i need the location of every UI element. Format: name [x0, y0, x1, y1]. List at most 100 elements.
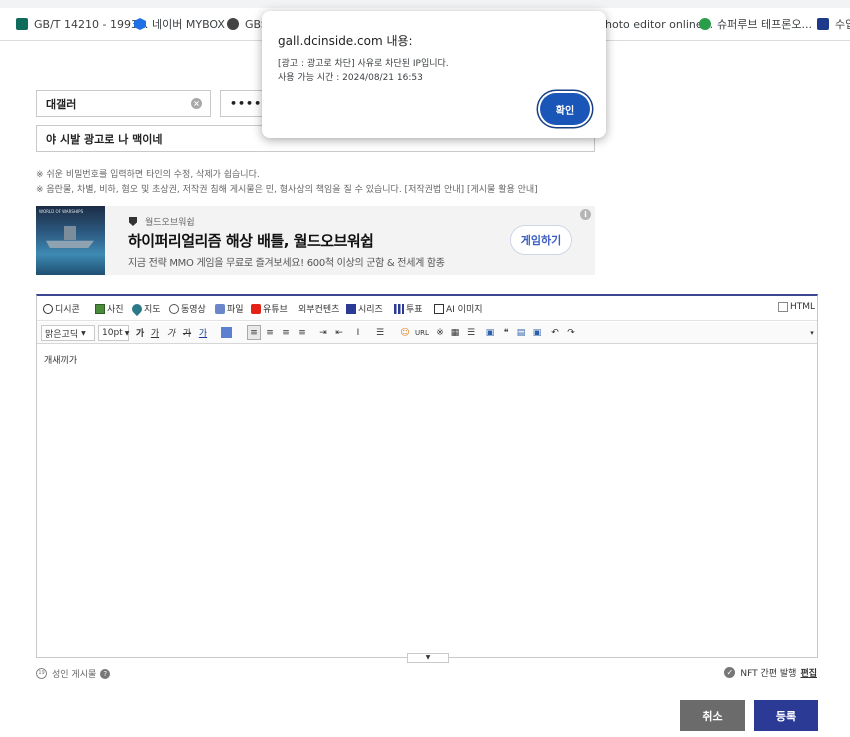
editor-content-area[interactable]: 개새끼가	[37, 344, 817, 650]
bookmark-import[interactable]: 수입	[817, 16, 850, 32]
redo-icon[interactable]: ↷	[564, 325, 578, 340]
url-label: URL	[415, 328, 429, 337]
bookmark-photo-editor[interactable]: hoto editor online...	[605, 16, 713, 32]
bookmark-label: 슈퍼루브 테프론오...	[717, 18, 812, 31]
toolbar-label: 외부컨텐츠	[298, 305, 340, 315]
adult-post-option[interactable]: 19 성인 게시물 ?	[36, 667, 111, 680]
toolbar-label: 지도	[144, 305, 161, 315]
hr-icon[interactable]: ☰	[464, 325, 478, 340]
font-select[interactable]: 맑은고딕 ▼	[41, 325, 95, 341]
dialog-message: [광고 : 광고로 차단] 사유로 차단된 IP입니다.	[278, 59, 449, 69]
toolbar-label: 파일	[227, 305, 244, 315]
map-pin-icon	[129, 301, 145, 316]
bookmark-label: 수입	[835, 18, 850, 31]
smile-icon	[43, 303, 53, 314]
editor-format-toolbar: 맑은고딕 ▼ 10pt ▼ 가 가 가 가 가 ≡ ≡ ≡ ≡ ⇥ ⇤ Ⅰ ☰ ☺ …	[37, 322, 817, 344]
spellcheck-icon[interactable]: ▣	[483, 325, 497, 340]
toolbar-ai-image[interactable]: AI 이미지	[434, 302, 483, 315]
play-game-button[interactable]: 게임하기	[510, 225, 572, 255]
quote-icon[interactable]: ❝	[499, 325, 513, 340]
font-size-value: 10pt	[102, 328, 123, 338]
align-right-icon[interactable]: ≡	[279, 325, 293, 340]
underline-button[interactable]: 가	[148, 325, 162, 340]
italic-button[interactable]: 가	[164, 325, 178, 340]
cube-icon	[134, 18, 146, 30]
toolbar-dccon[interactable]: 디시콘	[43, 302, 80, 315]
special-char-icon[interactable]: ※	[433, 325, 447, 340]
ad-title: 하이퍼리얼리즘 해상 배틀, 월드오브워쉽	[128, 232, 374, 250]
bookmark-label: hoto editor online...	[605, 17, 714, 31]
bold-label: 가	[135, 329, 145, 339]
bookmark-superlube[interactable]: 슈퍼루브 테프론오...	[699, 16, 812, 32]
nickname-value: 대갤러	[46, 97, 77, 111]
dialog-available-time: 사용 가능 시간 : 2024/08/21 16:53	[278, 73, 423, 83]
grid-icon	[346, 303, 356, 314]
emoji-icon[interactable]: ☺	[398, 325, 412, 340]
ad-banner[interactable]: WORLD OF WARSHIPS 월드오브워쉽 하이퍼리얼리즘 해상 배틀, …	[36, 206, 595, 275]
clear-icon[interactable]: ×	[191, 98, 202, 109]
browser-tab-strip	[0, 0, 850, 8]
shield-icon	[129, 217, 137, 226]
ship-tower-shape	[64, 226, 76, 240]
line-height-icon[interactable]: Ⅰ	[351, 325, 365, 340]
url-button[interactable]: URL	[413, 325, 431, 340]
bar-chart-icon	[394, 303, 404, 314]
ad-image-tag: WORLD OF WARSHIPS	[39, 209, 84, 214]
html-toggle[interactable]: HTML	[778, 302, 815, 312]
adult-label: 성인 게시물	[52, 670, 97, 680]
nft-label: NFT 간편 발행	[740, 669, 797, 679]
save-icon[interactable]: ▣	[530, 325, 544, 340]
toolbar-map[interactable]: 지도	[129, 301, 161, 316]
info-icon[interactable]: i	[580, 209, 591, 220]
table-icon[interactable]: ▦	[448, 325, 462, 340]
list-icon[interactable]: ☰	[373, 325, 387, 340]
italic-label: 가	[166, 329, 176, 339]
font-size-select[interactable]: 10pt ▼	[98, 325, 129, 341]
copyright-notice: ※ 음란물, 차별, 비하, 혐오 및 초상권, 저작권 침해 게시물은 민, …	[36, 185, 538, 195]
toolbar-label: 투표	[406, 305, 423, 315]
align-left-icon[interactable]: ≡	[247, 325, 261, 340]
bookmark-gbt[interactable]: GB/T 14210 - 1993...	[16, 16, 148, 32]
toolbar-youtube[interactable]: 유튜브	[251, 302, 288, 315]
toolbar-series[interactable]: 시리즈	[346, 302, 383, 315]
toolbar-label: 사진	[107, 305, 124, 315]
ad-description: 지금 전략 MMO 게임을 무료로 즐겨보세요! 600척 이상의 군함 & 전…	[128, 258, 445, 269]
bold-button[interactable]: 가	[133, 325, 147, 340]
toolbar-label: 디시콘	[55, 305, 80, 315]
checkbox-icon[interactable]	[778, 302, 788, 312]
nft-option: ✓ NFT 간편 발행 편집	[724, 666, 817, 679]
toolbar-poll[interactable]: 투표	[394, 302, 423, 315]
align-justify-icon[interactable]: ≡	[295, 325, 309, 340]
ad-image: WORLD OF WARSHIPS	[36, 206, 105, 275]
title-value: 야 시발 광고로 나 맥이네	[46, 132, 163, 146]
bookmark-mybox[interactable]: 네이버 MYBOX	[134, 16, 225, 32]
image-small-icon[interactable]: ▤	[514, 325, 528, 340]
font-color-label: 가	[198, 329, 208, 339]
editor-text: 개새끼가	[44, 356, 78, 366]
post-editor: 디시콘 사진 지도 동영상 파일 유튜브 외부컨텐츠 시리즈 투표 AI 이미지…	[36, 294, 818, 663]
font-color-button[interactable]: 가	[196, 325, 210, 340]
play-icon	[169, 303, 179, 314]
gbt-logo-icon	[16, 18, 28, 30]
undo-icon[interactable]: ↶	[548, 325, 562, 340]
nft-edit-link[interactable]: 편집	[800, 666, 817, 679]
toolbar-photo[interactable]: 사진	[95, 302, 124, 315]
toolbar-file[interactable]: 파일	[215, 302, 244, 315]
globe-icon	[227, 18, 239, 30]
bg-color-icon[interactable]	[221, 327, 232, 338]
resize-handle[interactable]: ▼	[407, 653, 449, 663]
submit-button[interactable]: 등록	[754, 700, 818, 731]
toolbar-video[interactable]: 동영상	[169, 302, 206, 315]
strike-button[interactable]: 가	[180, 325, 194, 340]
check-circle-icon[interactable]: ✓	[724, 667, 736, 678]
ad-brand: 월드오브워쉽	[129, 215, 195, 228]
dialog-ok-button[interactable]: 확인	[540, 93, 590, 125]
cancel-button[interactable]: 취소	[680, 700, 745, 731]
toolbar-external[interactable]: 외부컨텐츠	[298, 302, 339, 315]
align-center-icon[interactable]: ≡	[263, 325, 277, 340]
nickname-input[interactable]: 대갤러 ×	[36, 90, 211, 117]
expand-icon[interactable]: ▾	[805, 325, 819, 340]
outdent-icon[interactable]: ⇤	[332, 325, 346, 340]
indent-icon[interactable]: ⇥	[316, 325, 330, 340]
help-icon[interactable]: ?	[100, 668, 111, 679]
